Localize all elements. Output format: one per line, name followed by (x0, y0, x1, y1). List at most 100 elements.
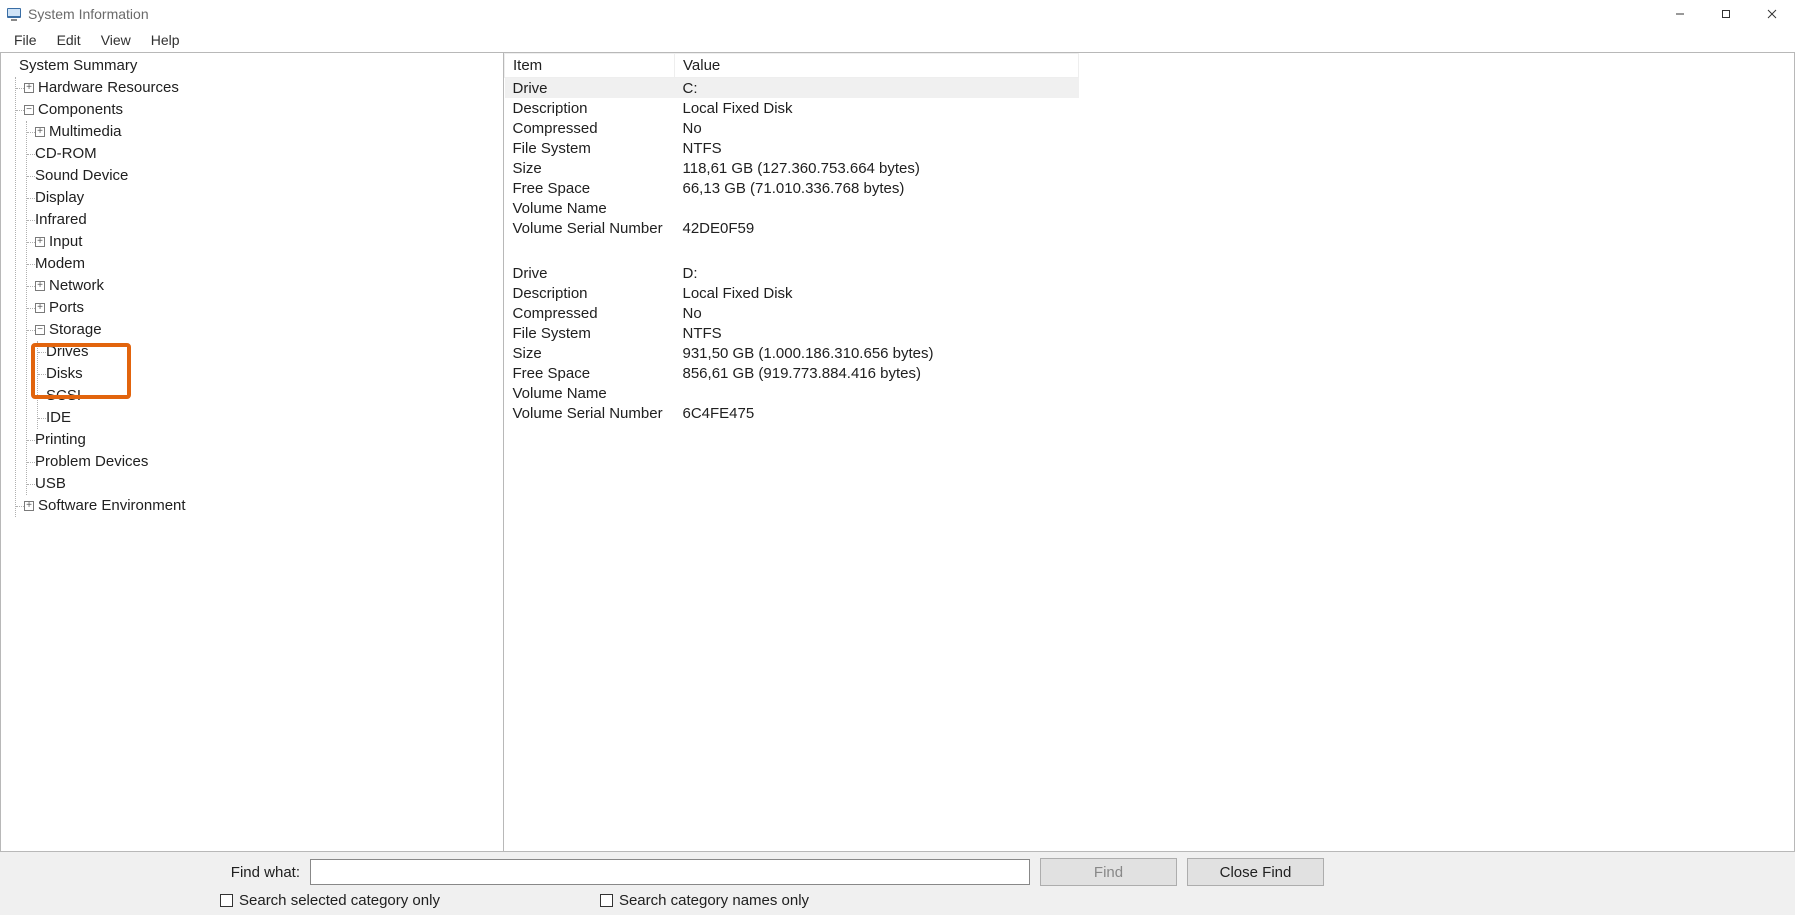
cell-value: 42DE0F59 (675, 218, 1079, 238)
cell-item: Description (505, 98, 675, 118)
plus-icon[interactable]: + (35, 281, 45, 291)
close-find-button[interactable]: Close Find (1187, 858, 1324, 886)
tree-components[interactable]: − Components (16, 99, 503, 121)
plus-icon[interactable]: + (35, 127, 45, 137)
tree-ports[interactable]: + Ports (27, 297, 503, 319)
tree-modem[interactable]: Modem (27, 253, 503, 275)
table-row[interactable]: Volume Name (505, 383, 1079, 403)
checkbox-label: Search category names only (619, 892, 809, 909)
cell-value: 66,13 GB (71.010.336.768 bytes) (675, 178, 1079, 198)
menu-view[interactable]: View (91, 30, 141, 50)
table-row[interactable]: Volume Name (505, 198, 1079, 218)
menu-help[interactable]: Help (141, 30, 190, 50)
cell-value: No (675, 118, 1079, 138)
app-icon (6, 6, 22, 22)
tree-label: Network (49, 275, 104, 297)
cell-item: Volume Name (505, 383, 675, 403)
cell-item: Drive (505, 78, 675, 99)
tree-hardware-resources[interactable]: + Hardware Resources (16, 77, 503, 99)
cell-item: Volume Serial Number (505, 403, 675, 423)
menu-file[interactable]: File (4, 30, 47, 50)
tree-cdrom[interactable]: CD-ROM (27, 143, 503, 165)
checkbox-category-names[interactable]: Search category names only (600, 892, 809, 909)
cell-item: Free Space (505, 178, 675, 198)
checkbox-icon (220, 894, 233, 907)
checkbox-selected-category[interactable]: Search selected category only (220, 892, 440, 909)
table-row[interactable]: Description Local Fixed Disk (505, 283, 1079, 303)
find-input[interactable] (310, 859, 1030, 885)
menu-edit[interactable]: Edit (47, 30, 91, 50)
tree-storage-drives[interactable]: Drives (38, 341, 503, 363)
cell-item: Size (505, 158, 675, 178)
cell-item: Volume Name (505, 198, 675, 218)
tree-problem-devices[interactable]: Problem Devices (27, 451, 503, 473)
details-header-item[interactable]: Item (505, 54, 675, 78)
tree-label: Disks (46, 363, 83, 385)
table-row[interactable]: Drive C: (505, 78, 1079, 99)
cell-value: 856,61 GB (919.773.884.416 bytes) (675, 363, 1079, 383)
tree-pane[interactable]: System Summary + Hardware Resources − Co… (0, 53, 504, 851)
cell-item: Description (505, 283, 675, 303)
tree-display[interactable]: Display (27, 187, 503, 209)
tree-label: Software Environment (38, 495, 186, 517)
cell-item: File System (505, 138, 675, 158)
find-button[interactable]: Find (1040, 858, 1177, 886)
table-row[interactable]: Drive D: (505, 263, 1079, 283)
plus-icon[interactable]: + (24, 83, 34, 93)
menubar: File Edit View Help (0, 28, 1795, 52)
cell-value: C: (675, 78, 1079, 99)
find-label: Find what: (10, 864, 310, 881)
tree-storage-disks[interactable]: Disks (38, 363, 503, 385)
tree-multimedia[interactable]: + Multimedia (27, 121, 503, 143)
tree-storage[interactable]: − Storage (27, 319, 503, 341)
plus-icon[interactable]: + (24, 501, 34, 511)
table-row[interactable]: Volume Serial Number 42DE0F59 (505, 218, 1079, 238)
tree-label: Ports (49, 297, 84, 319)
details-pane[interactable]: Item Value Drive C: Description Local Fi… (504, 53, 1795, 851)
table-row[interactable]: File System NTFS (505, 138, 1079, 158)
table-row[interactable]: Compressed No (505, 303, 1079, 323)
table-row[interactable]: Volume Serial Number 6C4FE475 (505, 403, 1079, 423)
tree-input[interactable]: + Input (27, 231, 503, 253)
minus-icon[interactable]: − (24, 105, 34, 115)
tree-label: Problem Devices (35, 451, 148, 473)
cell-value: 118,61 GB (127.360.753.664 bytes) (675, 158, 1079, 178)
table-row[interactable]: Size 118,61 GB (127.360.753.664 bytes) (505, 158, 1079, 178)
tree-storage-ide[interactable]: IDE (38, 407, 503, 429)
tree-network[interactable]: + Network (27, 275, 503, 297)
tree-printing[interactable]: Printing (27, 429, 503, 451)
table-row[interactable]: Free Space 66,13 GB (71.010.336.768 byte… (505, 178, 1079, 198)
tree-software-environment[interactable]: + Software Environment (16, 495, 503, 517)
tree-label: Drives (46, 341, 89, 363)
titlebar[interactable]: System Information (0, 0, 1795, 28)
cell-value: Local Fixed Disk (675, 283, 1079, 303)
tree-system-summary[interactable]: System Summary (5, 55, 503, 77)
window-title: System Information (28, 6, 149, 22)
cell-value (675, 198, 1079, 218)
table-row[interactable]: Size 931,50 GB (1.000.186.310.656 bytes) (505, 343, 1079, 363)
table-row[interactable]: Description Local Fixed Disk (505, 98, 1079, 118)
tree-label: IDE (46, 407, 71, 429)
plus-icon[interactable]: + (35, 237, 45, 247)
close-button[interactable] (1749, 0, 1795, 28)
table-row[interactable]: Free Space 856,61 GB (919.773.884.416 by… (505, 363, 1079, 383)
tree-label: Printing (35, 429, 86, 451)
main-split: System Summary + Hardware Resources − Co… (0, 52, 1795, 852)
cell-item: File System (505, 323, 675, 343)
minus-icon[interactable]: − (35, 325, 45, 335)
cell-item: Compressed (505, 303, 675, 323)
table-row[interactable]: File System NTFS (505, 323, 1079, 343)
table-row[interactable]: Compressed No (505, 118, 1079, 138)
details-header-value[interactable]: Value (675, 54, 1079, 78)
minimize-button[interactable] (1657, 0, 1703, 28)
cell-value (675, 383, 1079, 403)
tree-usb[interactable]: USB (27, 473, 503, 495)
window-controls (1657, 0, 1795, 28)
tree-sound-device[interactable]: Sound Device (27, 165, 503, 187)
tree-storage-scsi[interactable]: SCSI (38, 385, 503, 407)
cell-value: NTFS (675, 138, 1079, 158)
tree-infrared[interactable]: Infrared (27, 209, 503, 231)
cell-value: NTFS (675, 323, 1079, 343)
plus-icon[interactable]: + (35, 303, 45, 313)
maximize-button[interactable] (1703, 0, 1749, 28)
